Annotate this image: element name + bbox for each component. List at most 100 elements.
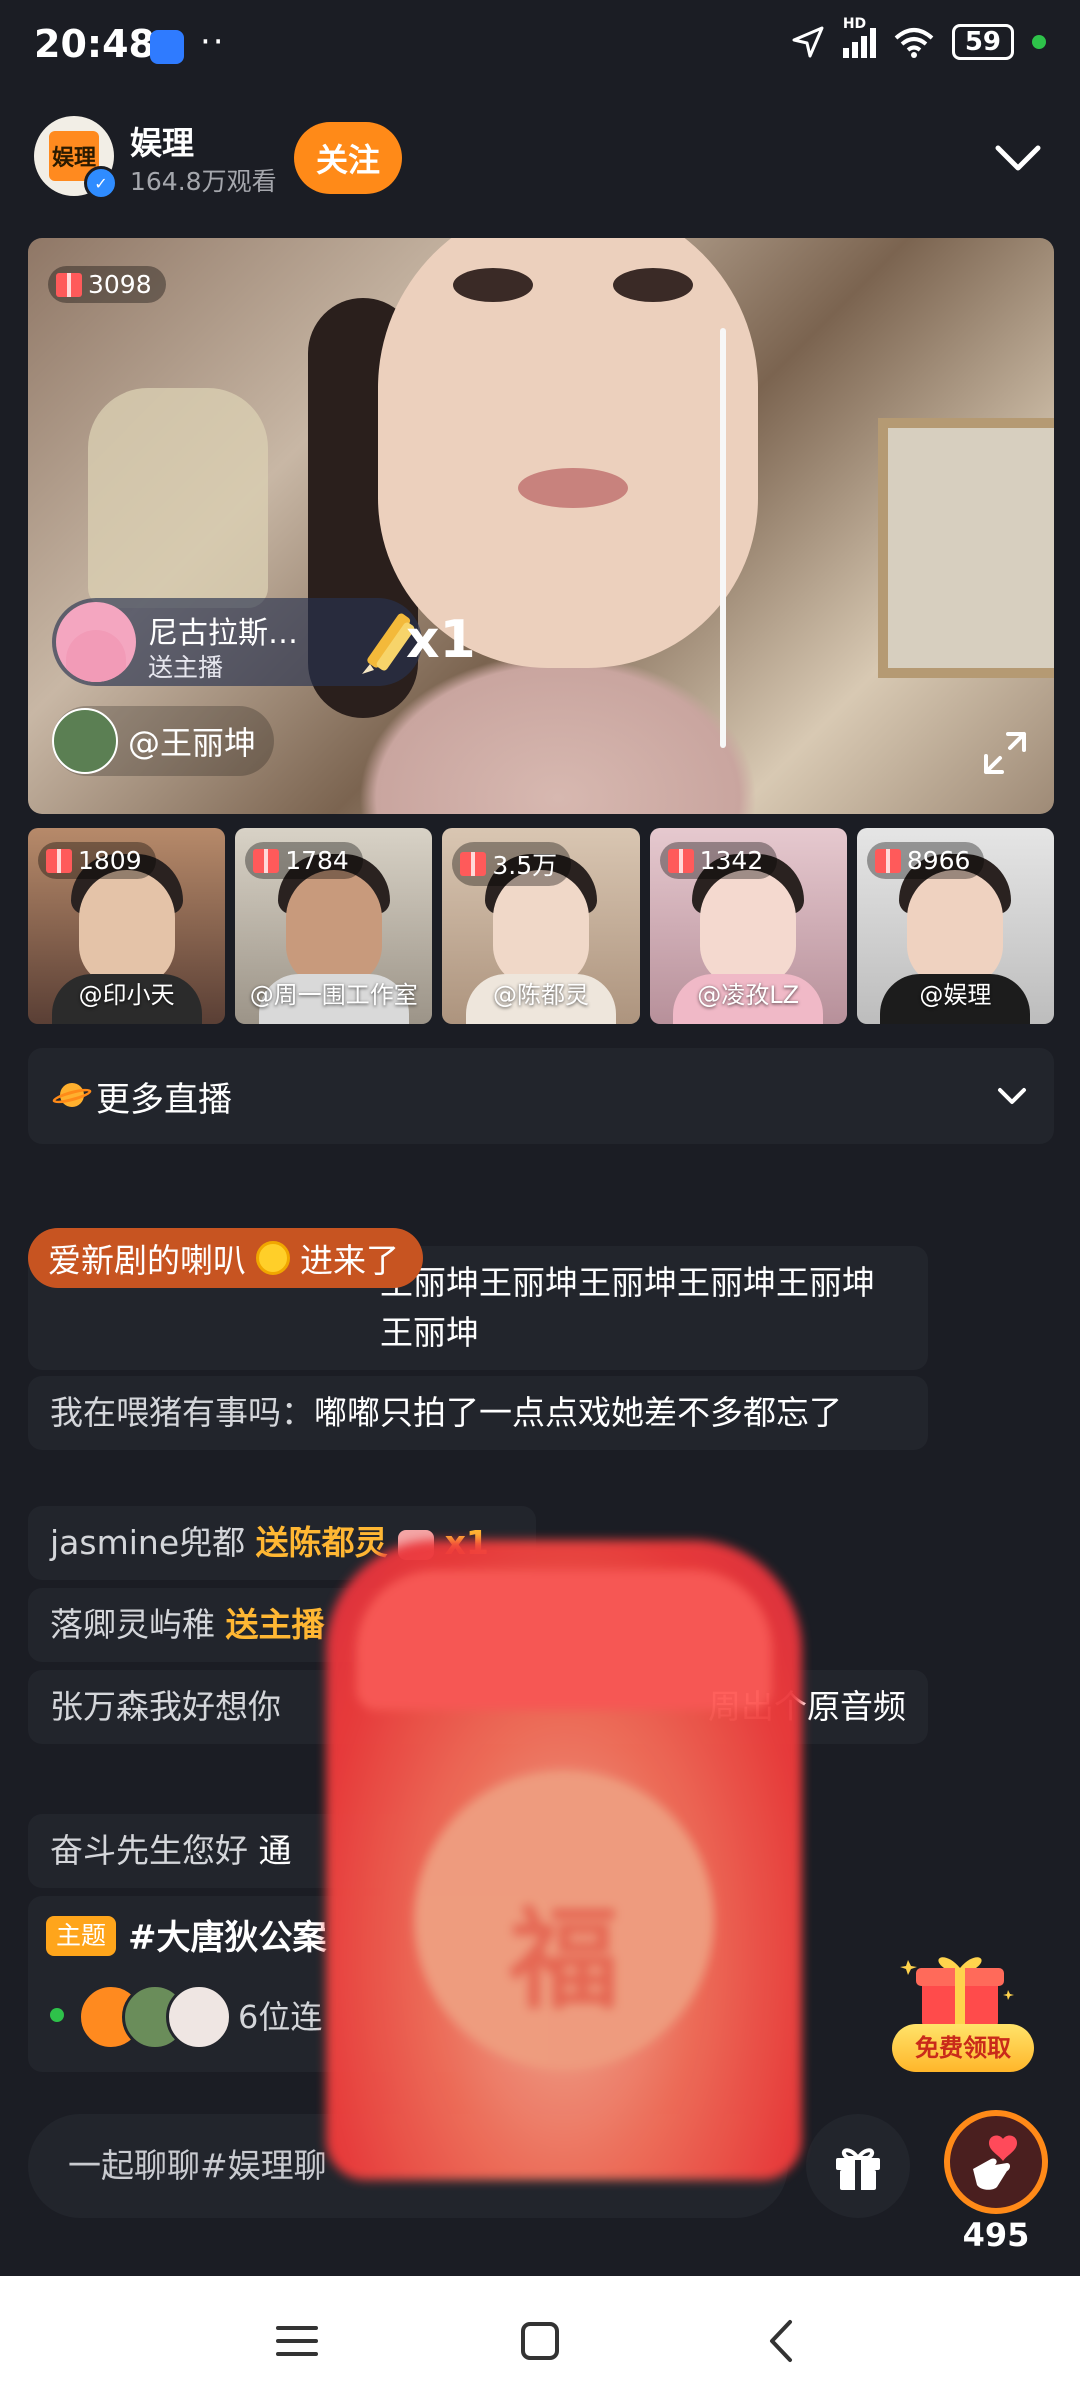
gift-icon <box>874 848 901 873</box>
gift-action: 送主播 <box>148 653 224 682</box>
thumb-name: @周一围工作室 <box>249 981 418 1009</box>
face <box>285 870 382 986</box>
menu-icon[interactable] <box>262 2306 332 2376</box>
thumbnail-card[interactable]: 1809 @印小天 <box>28 828 226 1024</box>
mention-name: @王丽坤 <box>128 724 257 762</box>
patrick-star-icon <box>66 630 126 682</box>
eye-left <box>453 268 533 302</box>
privacy-dot <box>1032 35 1046 49</box>
thumb-gift-count: 1342 <box>699 846 764 875</box>
thumb-name: @印小天 <box>78 981 175 1009</box>
mention-tag[interactable]: @王丽坤 <box>52 706 275 776</box>
red-packet-overlay[interactable]: 福 <box>326 1540 802 2180</box>
more-live-bar[interactable]: 更多直播 <box>28 1048 1054 1144</box>
status-time: 20:48 <box>34 22 155 66</box>
thumb-gift-count: 3.5万 <box>492 851 558 880</box>
chat-user[interactable]: 奋斗先生您好 <box>50 1831 248 1870</box>
expand-icon[interactable] <box>978 726 1032 780</box>
frame-right <box>878 418 1054 678</box>
chat-content: 嘟嘟只拍了一点点戏她差不多都忘了 <box>314 1393 842 1432</box>
avatar <box>166 1984 232 2050</box>
verified-icon: ✓ <box>84 166 118 200</box>
hd-label: HD <box>842 16 867 32</box>
thumbnail-card[interactable]: 1342 @凌孜LZ <box>649 828 847 1024</box>
face <box>907 870 1004 986</box>
location-arrow-icon <box>792 26 824 58</box>
thumb-name: @凌孜LZ <box>697 981 800 1009</box>
anchor-avatar[interactable]: 娱理 ✓ <box>34 116 118 200</box>
more-live-label: 更多直播 <box>96 1079 232 1120</box>
sender-avatar <box>56 602 136 682</box>
chat-content: 通 <box>258 1831 292 1870</box>
fu-character: 福 <box>509 1896 619 2024</box>
thumb-name: @陈都灵 <box>493 981 589 1009</box>
chat-user[interactable]: 我在喂猪有事吗： <box>50 1393 314 1432</box>
gift-icon <box>836 2148 880 2190</box>
main-live-video[interactable]: 3098 尼古拉斯… 送主播 x1 @王丽坤 <box>28 238 1054 814</box>
thumb-gift-count: 1784 <box>285 846 349 875</box>
co-host-thumbnails: 1809 @印小天 1784 @周一围工作室 3.5万 @陈都灵 1342 @凌… <box>28 828 1055 1024</box>
wifi-icon <box>894 28 934 58</box>
enter-action: 进来了 <box>300 1241 399 1280</box>
gift-count: 3098 <box>88 270 152 299</box>
face <box>378 238 758 668</box>
chevron-down-icon[interactable] <box>990 130 1046 186</box>
chat-content: 王丽坤王丽坤王丽坤王丽坤王丽坤王丽坤 <box>380 1263 875 1352</box>
statue <box>88 388 268 608</box>
finger-heart-icon <box>973 2135 1017 2190</box>
chat-user[interactable]: 张万森我好想你 <box>50 1687 281 1726</box>
coin-badge-icon <box>256 1241 290 1275</box>
free-gift-box-icon[interactable] <box>900 1950 1020 2030</box>
gift-text: 送陈都灵 <box>255 1523 388 1562</box>
thumbnail-card[interactable]: 8966 @娱理 <box>856 828 1055 1024</box>
more-dots-icon: ·· <box>200 22 226 62</box>
follow-button[interactable]: 关注 <box>294 122 402 194</box>
like-count: 495 <box>962 2216 1030 2254</box>
chat-user[interactable]: jasmine兜都 <box>50 1523 245 1562</box>
thumb-name: @娱理 <box>919 981 992 1009</box>
face <box>78 870 175 986</box>
chat-user[interactable]: 落卿灵屿稚 <box>50 1605 215 1644</box>
gift-notice: 尼古拉斯… 送主播 <box>52 598 422 686</box>
thumb-gift-badge: 3.5万 <box>452 842 572 886</box>
thumb-gift-count: 1809 <box>78 846 142 875</box>
enter-banner: 爱新剧的喇叭 进来了 <box>28 1228 423 1288</box>
app-icon <box>150 30 184 64</box>
live-dot <box>50 2008 64 2022</box>
thumbnail-card[interactable]: 1784 @周一围工作室 <box>235 828 433 1024</box>
gift-button[interactable] <box>806 2114 910 2218</box>
gift-icon <box>46 848 72 873</box>
mention-avatar <box>52 708 118 774</box>
topic-avatars <box>78 1984 232 2050</box>
system-nav-bar <box>0 2276 1080 2401</box>
earphone-cable <box>720 328 726 748</box>
thumb-gift-badge: 1342 <box>659 842 778 879</box>
back-icon[interactable] <box>748 2306 818 2376</box>
gift-icon <box>253 848 280 873</box>
view-count: 164.8万观看 <box>130 167 277 196</box>
sender-name: 尼古拉斯… <box>148 616 298 651</box>
gift-multiplier: x1 <box>406 610 476 670</box>
chevron-down-icon <box>998 1088 1026 1104</box>
battery-icon: 59 <box>951 24 1014 60</box>
chat-message: 我在喂猪有事吗：嘟嘟只拍了一点点戏她差不多都忘了 <box>28 1376 928 1450</box>
free-gift-label[interactable]: 免费领取 <box>892 2024 1034 2072</box>
thumbnail-card[interactable]: 3.5万 @陈都灵 <box>442 828 640 1024</box>
red-packet-lid <box>356 1570 772 1710</box>
enter-user: 爱新剧的喇叭 <box>48 1241 246 1280</box>
gift-count-badge: 3098 <box>48 266 166 303</box>
anchor-name[interactable]: 娱理 <box>130 118 194 164</box>
topic-tag: 主题 <box>46 1916 117 1956</box>
thumb-gift-badge: 8966 <box>866 842 985 879</box>
like-button[interactable] <box>944 2110 1048 2214</box>
home-icon[interactable] <box>505 2306 575 2376</box>
planet-icon <box>51 1081 93 1111</box>
gift-text: 送主播 <box>225 1605 325 1644</box>
topic-title: #大唐狄公案 <box>128 1918 327 1958</box>
eye-right <box>613 268 693 302</box>
lips <box>518 468 628 508</box>
face <box>493 870 589 986</box>
status-icons: HD 59 <box>791 16 1046 60</box>
thumb-gift-badge: 1809 <box>38 842 156 879</box>
signal-icon: HD <box>842 16 876 58</box>
